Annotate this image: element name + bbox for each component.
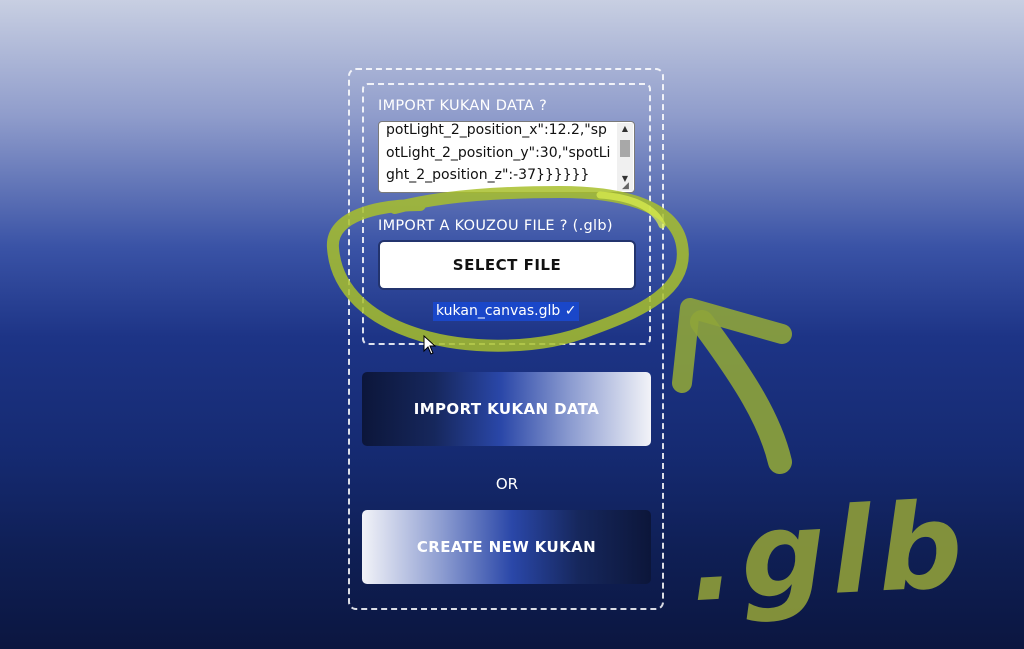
arrow-annotation bbox=[690, 310, 792, 474]
create-new-kukan-button[interactable]: CREATE NEW KUKAN bbox=[362, 510, 651, 584]
select-file-button[interactable]: SELECT FILE bbox=[378, 240, 636, 290]
kukan-data-textarea[interactable]: potLight_2_position_x":12.2,"spotLight_2… bbox=[378, 121, 635, 193]
triangle-up-icon[interactable]: ▲ bbox=[617, 123, 633, 135]
kukan-data-text[interactable]: potLight_2_position_x":12.2,"spotLight_2… bbox=[386, 122, 611, 187]
import-kukan-data-button[interactable]: IMPORT KUKAN DATA bbox=[362, 372, 651, 446]
resize-grip-icon[interactable]: ◢ bbox=[622, 181, 632, 191]
scroll-thumb[interactable] bbox=[620, 140, 630, 157]
import-kukan-data-label: IMPORT KUKAN DATA ? bbox=[378, 98, 548, 114]
glb-annotation-text: .glb bbox=[686, 475, 972, 629]
selected-filename: kukan_canvas.glb ✓ bbox=[433, 302, 580, 321]
import-kouzou-file-label: IMPORT A KOUZOU FILE ? (.glb) bbox=[378, 218, 613, 234]
